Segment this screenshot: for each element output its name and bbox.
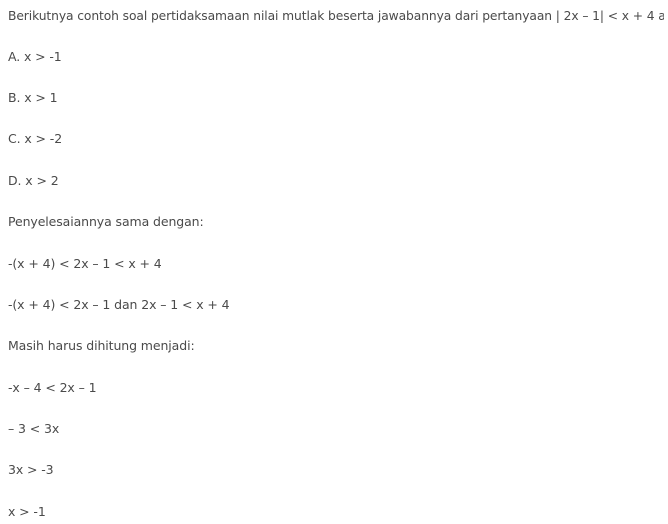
calc-line-4: x > -1 [8,504,46,519]
calc-line-1: -x – 4 < 2x – 1 [8,380,97,395]
solution-intro: Penyelesaiannya sama dengan: [8,214,204,229]
solution-step-1: -(x + 4) < 2x – 1 < x + 4 [8,256,162,271]
solution-note: Masih harus dihitung menjadi: [8,338,195,353]
calc-line-2: – 3 < 3x [8,421,60,436]
question-text: Berikutnya contoh soal pertidaksamaan ni… [8,9,664,23]
option-d: D. x > 2 [8,173,59,188]
calc-line-3: 3x > -3 [8,462,54,477]
option-b: B. x > 1 [8,90,58,105]
option-a: A. x > -1 [8,49,62,64]
option-c: C. x > -2 [8,131,63,146]
solution-step-2: -(x + 4) < 2x – 1 dan 2x – 1 < x + 4 [8,297,230,312]
